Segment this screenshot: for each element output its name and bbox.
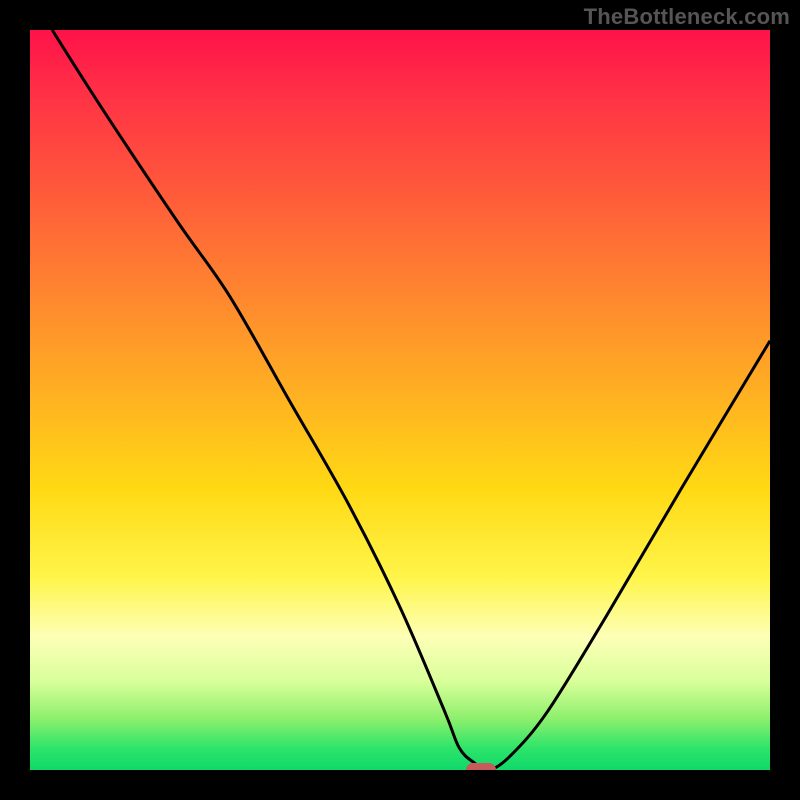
minimum-marker — [466, 763, 496, 770]
chart-frame: TheBottleneck.com — [0, 0, 800, 800]
watermark-text: TheBottleneck.com — [584, 4, 790, 30]
bottleneck-curve — [30, 30, 770, 770]
curve-path — [52, 30, 770, 770]
plot-area — [30, 30, 770, 770]
